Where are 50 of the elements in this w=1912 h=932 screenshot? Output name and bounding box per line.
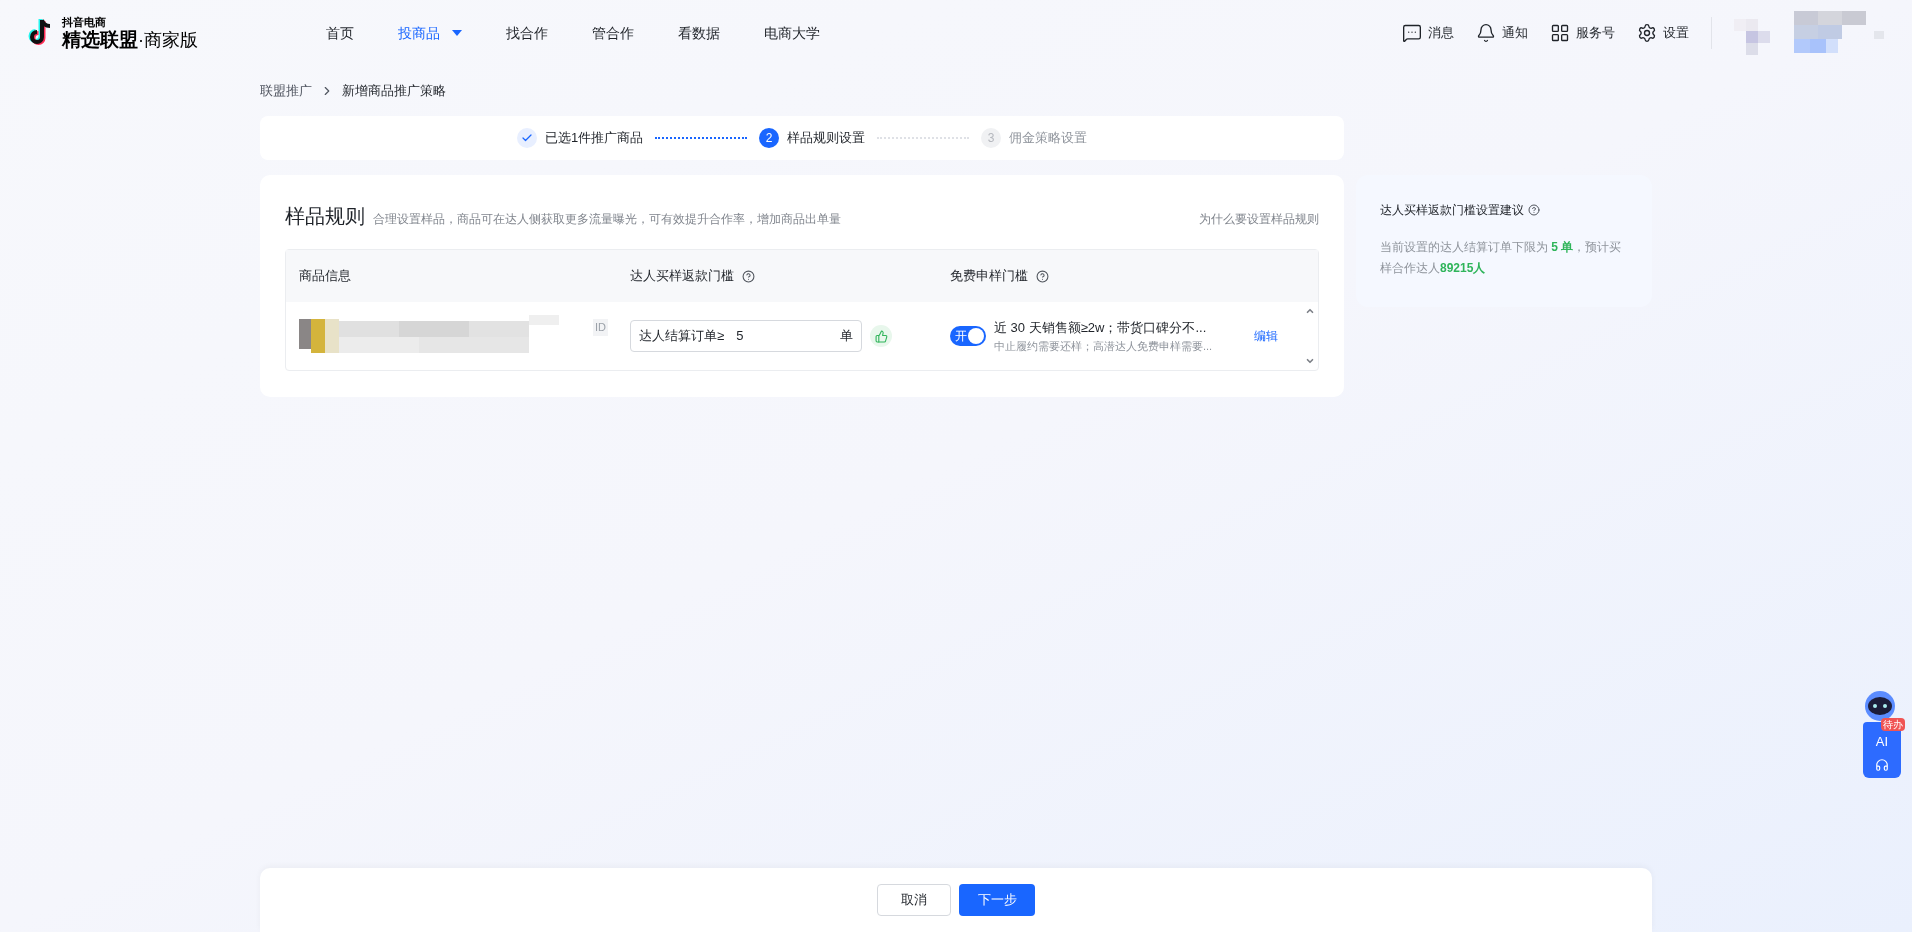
nav-tab[interactable]: 找合作: [506, 22, 548, 44]
step-number: 2: [759, 128, 780, 148]
badge: 待办: [1881, 718, 1905, 731]
column-header: 达人买样返款门槛: [630, 267, 734, 286]
breadcrumb-link[interactable]: 联盟推广: [260, 81, 312, 101]
header-action[interactable]: 消息: [1402, 23, 1454, 43]
logo-title: 精选联盟: [62, 30, 138, 49]
edit-link[interactable]: 编辑: [1254, 327, 1278, 345]
product-id-label: ID: [593, 319, 608, 336]
cancel-button[interactable]: 取消: [877, 884, 951, 916]
help-icon: [1528, 204, 1540, 216]
column-header: 商品信息: [299, 267, 351, 286]
step-label: 样品规则设置: [787, 129, 866, 148]
field-value: 5: [736, 327, 745, 346]
logo-suffix: ·商家版: [138, 31, 198, 49]
threshold-field[interactable]: 达人结算订单≥ 5 单: [630, 320, 862, 352]
section-title: 样品规则: [285, 204, 365, 229]
assistant-label: AI: [1875, 733, 1889, 751]
field-suffix: 单: [840, 327, 853, 346]
toggle-switch[interactable]: 开: [950, 326, 986, 346]
breadcrumb-current: 新增商品推广策略: [342, 82, 446, 101]
field-prefix: 达人结算订单≥: [639, 327, 725, 346]
bell-icon: [1476, 23, 1496, 43]
nav-tab[interactable]: 看数据: [678, 22, 720, 44]
nav-tab[interactable]: 电商大学: [764, 22, 820, 44]
step-label: 佣金策略设置: [1009, 129, 1088, 148]
threshold-note: 中止履约需要还样；高潜达人免费申样需要...: [994, 338, 1214, 354]
settings-icon: [1637, 23, 1657, 43]
scroll-down-icon[interactable]: [1305, 356, 1315, 366]
next-button[interactable]: 下一步: [959, 884, 1035, 916]
header-action[interactable]: 设置: [1637, 23, 1689, 43]
header-action[interactable]: 服务号: [1550, 23, 1615, 43]
step-number: 3: [981, 128, 1002, 148]
section-subtitle: 合理设置样品，商品可在达人侧获取更多流量曝光，可有效提升合作率，增加商品出单量: [373, 211, 841, 228]
grid-icon: [1550, 23, 1570, 43]
threshold-summary: 近 30 天销售额≥2w；带货口碑分不...: [994, 319, 1208, 337]
chat-icon: [1402, 23, 1422, 43]
help-link[interactable]: 为什么要设置样品规则: [1199, 210, 1319, 228]
nav-tab[interactable]: 投商品: [398, 22, 462, 44]
nav-tab[interactable]: 管合作: [592, 22, 634, 44]
nav-tab[interactable]: 首页: [326, 22, 354, 44]
logo-caption: 抖音电商: [62, 17, 107, 28]
caret-icon: [452, 30, 462, 36]
advice-title: 达人买样返款门槛设置建议: [1380, 202, 1524, 219]
advice-text: 当前设置的达人结算订单下限为 5 单，预计买样合作达人89215人: [1380, 239, 1623, 277]
header-action[interactable]: 通知: [1476, 23, 1528, 43]
column-header: 免费申样门槛: [950, 267, 1028, 286]
step-label: 已选1件推广商品: [544, 129, 644, 148]
scroll-up-icon[interactable]: [1305, 306, 1315, 316]
headset-icon: [1875, 757, 1889, 772]
